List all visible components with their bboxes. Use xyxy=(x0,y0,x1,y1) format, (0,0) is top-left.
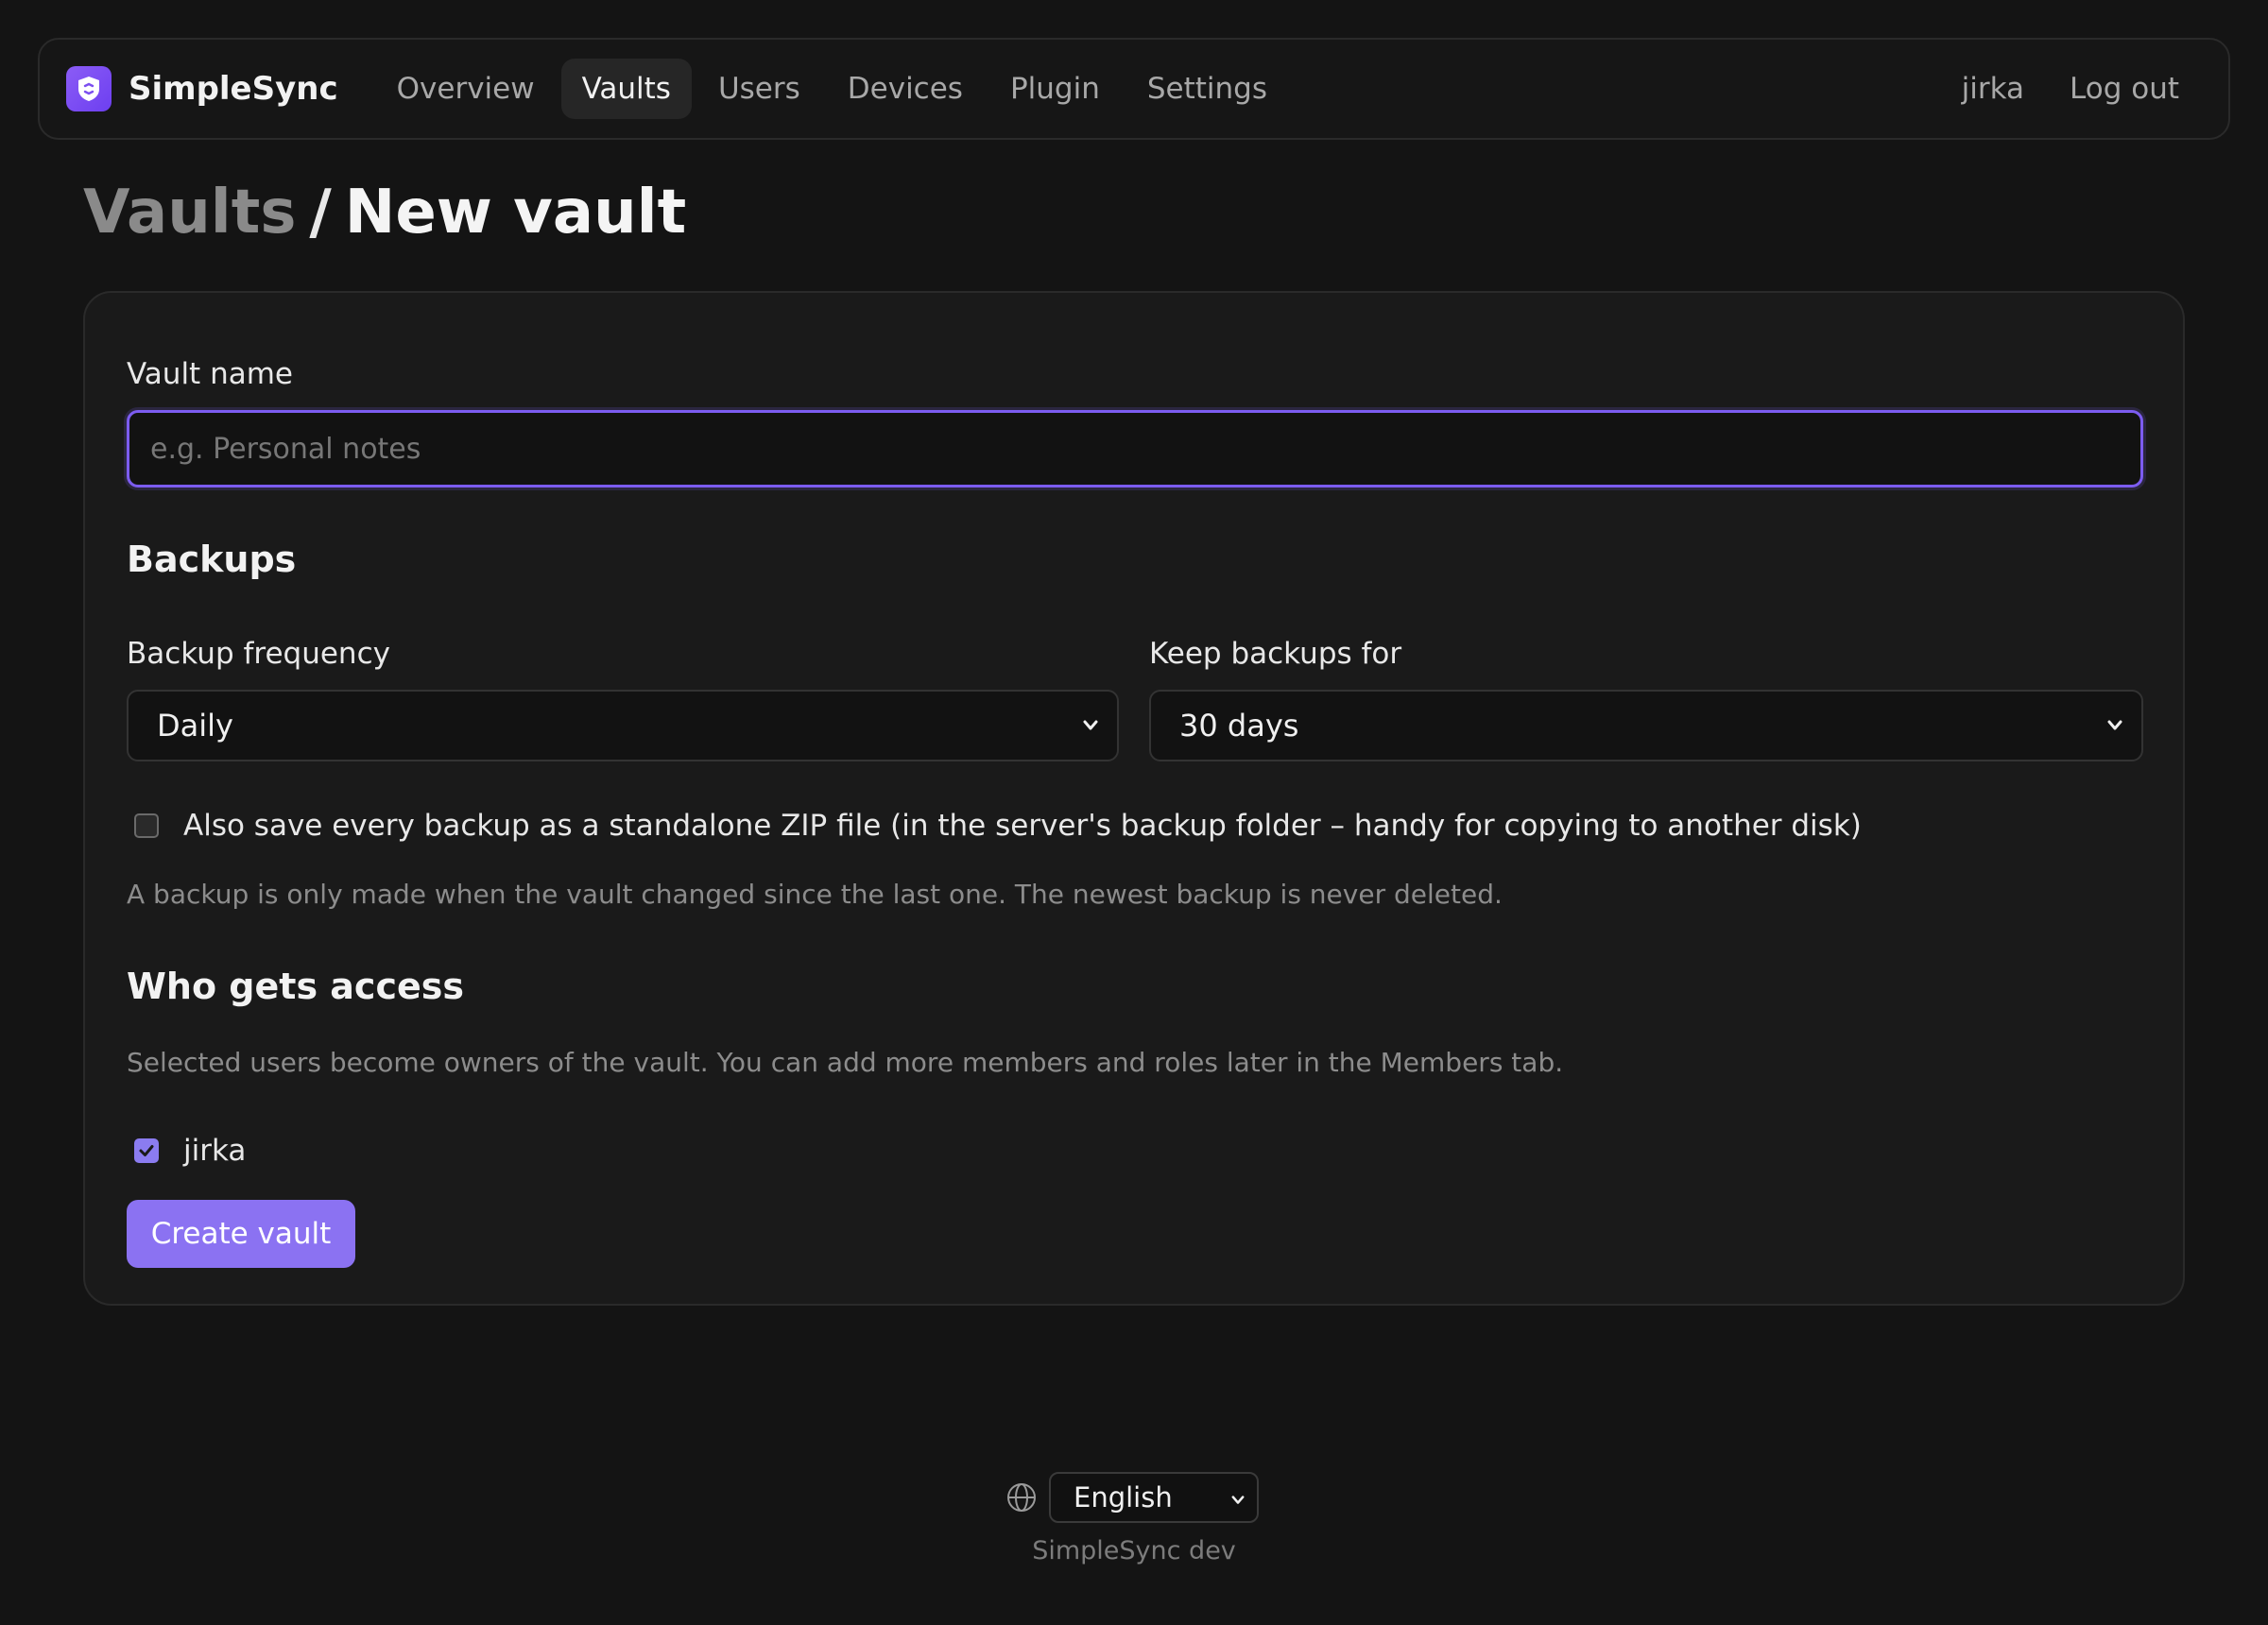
backup-frequency-label: Backup frequency xyxy=(127,637,390,671)
language-select[interactable]: English xyxy=(1049,1472,1259,1523)
vault-name-input[interactable] xyxy=(127,410,2143,488)
user-menu-link[interactable]: jirka xyxy=(1939,59,2047,119)
backups-heading: Backups xyxy=(127,539,297,580)
backup-frequency-select[interactable]: Daily xyxy=(127,690,1119,761)
page-title-breadcrumb: Vaults / New vault xyxy=(83,178,686,248)
language-value: English xyxy=(1074,1481,1173,1514)
breadcrumb-current: New vault xyxy=(344,178,687,248)
breadcrumb-separator: / xyxy=(309,178,332,248)
shield-logo-icon xyxy=(66,66,112,111)
nav-item-devices[interactable]: Devices xyxy=(827,59,984,119)
chevron-down-icon xyxy=(1231,1496,1245,1504)
checkmark-icon xyxy=(139,1145,154,1156)
user-access-label: jirka xyxy=(183,1134,247,1168)
brand-name: SimpleSync xyxy=(129,70,338,108)
logout-link[interactable]: Log out xyxy=(2047,59,2202,119)
globe-icon xyxy=(1007,1483,1036,1512)
nav-item-plugin[interactable]: Plugin xyxy=(989,59,1121,119)
new-vault-form-card: Vault name Backups Backup frequency Dail… xyxy=(83,291,2185,1306)
brand[interactable]: SimpleSync xyxy=(66,66,338,111)
chevron-down-icon xyxy=(1083,720,1098,730)
keep-backups-label: Keep backups for xyxy=(1149,637,1402,671)
backup-hint-text: A backup is only made when the vault cha… xyxy=(127,879,1503,910)
zip-backup-option[interactable]: Also save every backup as a standalone Z… xyxy=(134,809,1862,843)
language-switcher: English xyxy=(1005,1472,1259,1523)
create-vault-button[interactable]: Create vault xyxy=(127,1200,355,1268)
nav-item-vaults[interactable]: Vaults xyxy=(560,59,692,119)
access-hint-text: Selected users become owners of the vaul… xyxy=(127,1047,1564,1078)
nav-item-users[interactable]: Users xyxy=(697,59,821,119)
keep-backups-select[interactable]: 30 days xyxy=(1149,690,2143,761)
chevron-down-icon xyxy=(2107,720,2122,730)
zip-backup-label: Also save every backup as a standalone Z… xyxy=(183,809,1862,843)
user-access-option[interactable]: jirka xyxy=(134,1134,246,1168)
nav-item-settings[interactable]: Settings xyxy=(1126,59,1288,119)
keep-backups-value: 30 days xyxy=(1179,708,1299,744)
breadcrumb-parent-link[interactable]: Vaults xyxy=(83,178,296,248)
zip-backup-checkbox[interactable] xyxy=(134,813,159,838)
access-heading: Who gets access xyxy=(127,966,464,1007)
footer-version-text: SimpleSync dev xyxy=(1032,1536,1236,1565)
vault-name-label: Vault name xyxy=(127,357,293,391)
user-access-checkbox[interactable] xyxy=(134,1138,159,1163)
nav-item-overview[interactable]: Overview xyxy=(376,59,556,119)
top-navbar: SimpleSync Overview Vaults Users Devices… xyxy=(38,38,2230,140)
backup-frequency-value: Daily xyxy=(157,708,233,744)
